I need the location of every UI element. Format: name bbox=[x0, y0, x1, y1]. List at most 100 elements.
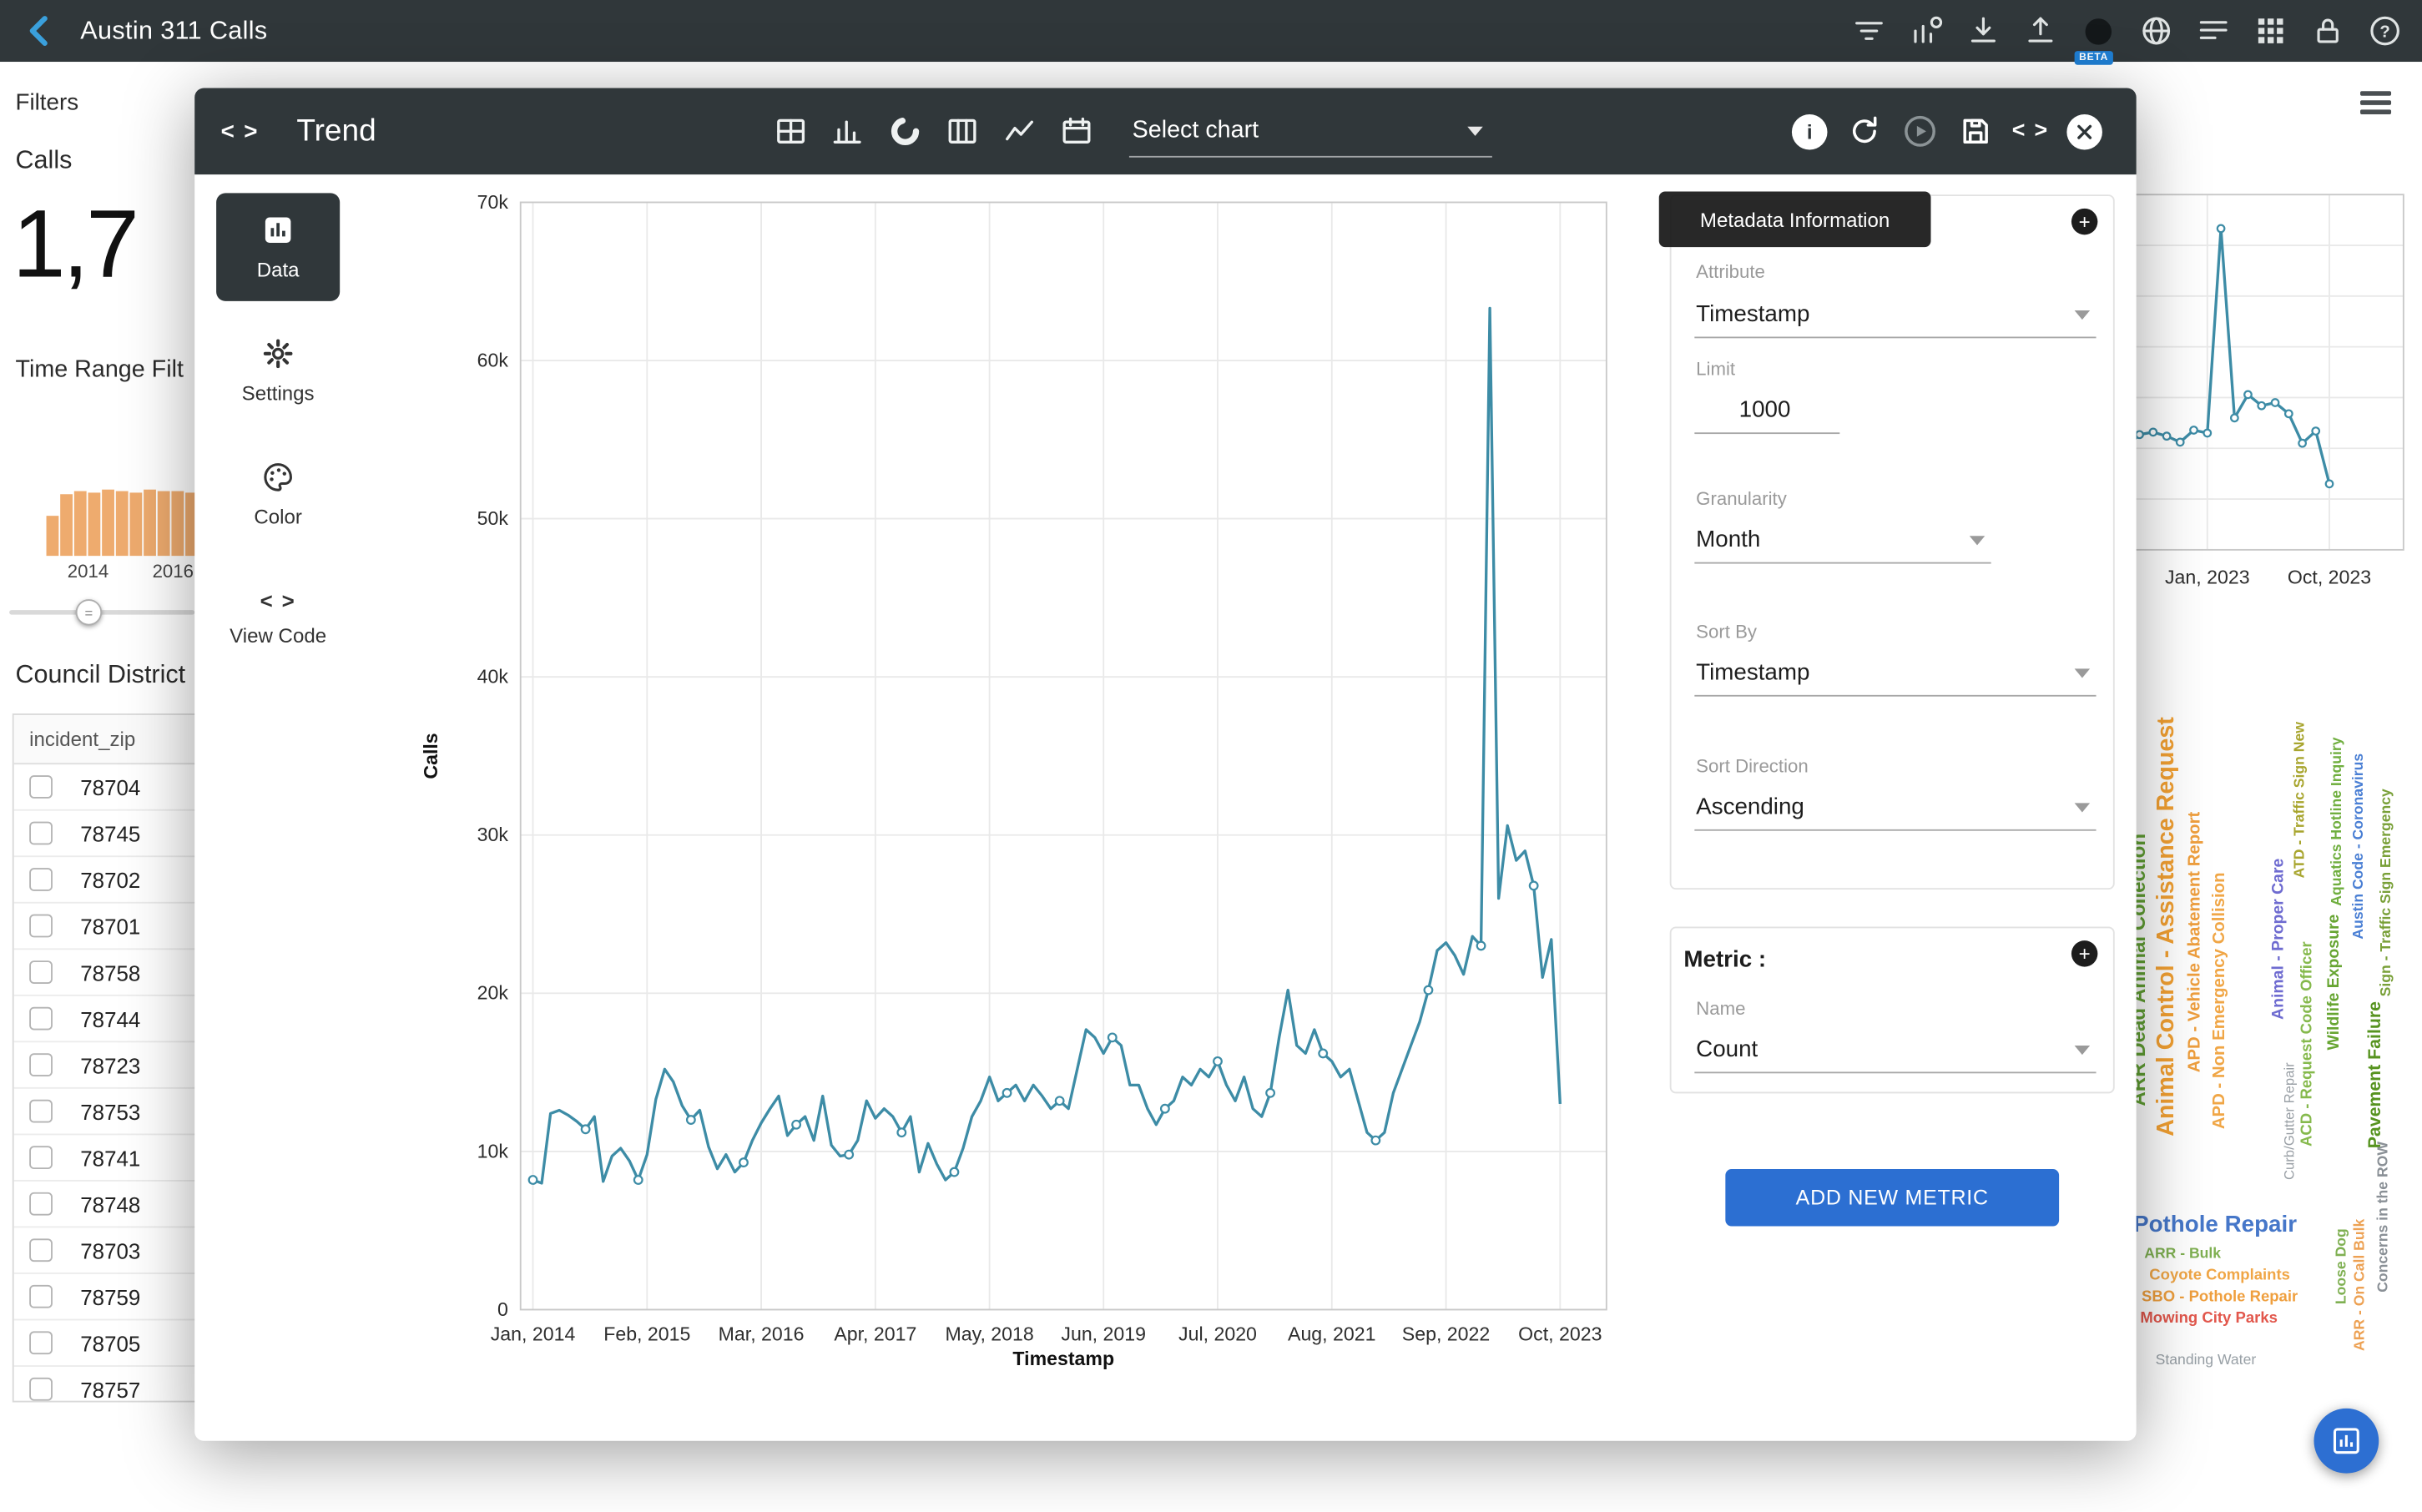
histogram-bar bbox=[88, 492, 100, 556]
info-icon[interactable]: i bbox=[1792, 113, 1828, 149]
wordcloud-term[interactable]: SBO - Pothole Repair bbox=[2142, 1288, 2298, 1305]
sidebar-item-color[interactable]: Color bbox=[216, 440, 340, 548]
wordcloud-term[interactable]: Animal - Proper Care bbox=[2269, 859, 2288, 1020]
chart-type-icon-group bbox=[772, 88, 1095, 174]
sidebar-item-view-code[interactable]: < > View Code bbox=[216, 564, 340, 673]
row-checkbox[interactable] bbox=[29, 775, 53, 799]
wordcloud-term[interactable]: Curb/Gutter Repair bbox=[2282, 1062, 2298, 1180]
wordcloud-term[interactable]: ARR - On Call Bulk bbox=[2352, 1219, 2369, 1351]
metadata-tooltip: Metadata Information bbox=[1659, 191, 1931, 247]
list-icon[interactable] bbox=[2195, 13, 2232, 49]
grid-icon[interactable] bbox=[2252, 13, 2288, 49]
angle-brackets-icon[interactable]: < > bbox=[221, 88, 260, 174]
view-code-icon[interactable]: < > bbox=[2011, 112, 2050, 150]
wordcloud-term[interactable]: APD - Vehicle Abatement Report bbox=[2186, 812, 2204, 1073]
row-checkbox[interactable] bbox=[29, 1378, 53, 1401]
help-icon[interactable]: ? bbox=[2366, 13, 2403, 49]
wordcloud-term[interactable]: Animal Control - Assistance Request bbox=[2153, 717, 2181, 1137]
add-chart-fab[interactable] bbox=[2314, 1409, 2379, 1474]
row-checkbox[interactable] bbox=[29, 822, 53, 845]
time-range-filter-title: Time Range Filt bbox=[16, 357, 195, 385]
time-range-histogram[interactable] bbox=[47, 463, 214, 556]
globe-icon[interactable] bbox=[2138, 13, 2175, 49]
trend-chart[interactable]: 010k20k30k40k50k60k70kJan, 2014Feb, 2015… bbox=[378, 182, 1660, 1425]
row-checkbox[interactable] bbox=[29, 868, 53, 891]
add-metric-icon[interactable]: + bbox=[2071, 940, 2097, 966]
metric-name-select[interactable]: Count bbox=[1694, 1027, 2096, 1074]
wordcloud-term[interactable]: ACD - Request Code Officer bbox=[2299, 941, 2316, 1147]
refresh-icon[interactable] bbox=[1844, 112, 1883, 150]
wordcloud-term[interactable]: ARR - Bulk bbox=[2144, 1246, 2221, 1263]
add-attribute-icon[interactable]: + bbox=[2071, 209, 2097, 234]
zip-cell: 78704 bbox=[80, 774, 140, 799]
select-chart-dropdown[interactable]: Select chart bbox=[1129, 105, 1492, 158]
close-icon[interactable] bbox=[2066, 113, 2102, 149]
wordcloud-term[interactable]: ATD - Traffic Sign New bbox=[2292, 722, 2308, 878]
zip-cell: 78758 bbox=[80, 960, 140, 985]
wordcloud-term[interactable]: Pothole Repair bbox=[2133, 1212, 2297, 1237]
zip-cell: 78702 bbox=[80, 867, 140, 892]
limit-label: Limit bbox=[1696, 358, 1735, 380]
row-checkbox[interactable] bbox=[29, 1285, 53, 1308]
calls-metric-label: Calls bbox=[16, 147, 73, 176]
save-icon[interactable] bbox=[1955, 112, 1994, 150]
row-checkbox[interactable] bbox=[29, 1007, 53, 1031]
row-checkbox[interactable] bbox=[29, 1331, 53, 1354]
row-checkbox[interactable] bbox=[29, 1192, 53, 1216]
upload-icon[interactable] bbox=[2022, 13, 2059, 49]
svg-text:?: ? bbox=[2379, 23, 2389, 41]
wordcloud-term[interactable]: Wildlife Exposure bbox=[2324, 915, 2343, 1051]
zip-cell: 78705 bbox=[80, 1330, 140, 1355]
row-checkbox[interactable] bbox=[29, 1053, 53, 1076]
wordcloud-term[interactable]: Loose Dog bbox=[2334, 1228, 2350, 1304]
calendar-icon[interactable] bbox=[1058, 113, 1095, 149]
sidebar-item-settings[interactable]: Settings bbox=[216, 316, 340, 425]
histogram-bar bbox=[158, 491, 170, 557]
brand-logo[interactable]: BETA bbox=[2079, 12, 2117, 50]
wordcloud-term[interactable]: Coyote Complaints bbox=[2149, 1268, 2290, 1284]
filter-icon[interactable] bbox=[1850, 13, 1887, 49]
svg-text:Jun, 2019: Jun, 2019 bbox=[1061, 1323, 1146, 1344]
row-checkbox[interactable] bbox=[29, 915, 53, 938]
attribute-label: Attribute bbox=[1696, 261, 1765, 283]
wordcloud-term[interactable]: Pavement Failure bbox=[2366, 1001, 2384, 1148]
column-table-icon[interactable] bbox=[944, 113, 981, 149]
top-bar: Austin 311 Calls BETA ? bbox=[0, 0, 2422, 62]
sort-direction-select[interactable]: Ascending bbox=[1694, 784, 2096, 831]
wordcloud-term[interactable]: Sign - Traffic Sign Emergency bbox=[2378, 789, 2394, 996]
chart-settings-icon[interactable] bbox=[1908, 13, 1945, 49]
time-range-slider-handle[interactable]: = bbox=[76, 599, 102, 625]
download-icon[interactable] bbox=[1965, 13, 2001, 49]
bar-chart-icon[interactable] bbox=[830, 113, 866, 149]
zip-cell: 78753 bbox=[80, 1099, 140, 1124]
svg-text:Mar, 2016: Mar, 2016 bbox=[719, 1323, 805, 1344]
wordcloud-term[interactable]: Mowing City Parks bbox=[2140, 1310, 2278, 1327]
row-checkbox[interactable] bbox=[29, 1146, 53, 1169]
wordcloud-term[interactable]: APD - Non Emergency Collision bbox=[2210, 872, 2228, 1129]
row-checkbox[interactable] bbox=[29, 1238, 53, 1262]
row-checkbox[interactable] bbox=[29, 1100, 53, 1123]
zip-cell: 78701 bbox=[80, 914, 140, 939]
wordcloud-term[interactable]: Standing Water bbox=[2156, 1352, 2257, 1368]
line-chart-icon[interactable] bbox=[1001, 113, 1037, 149]
limit-input[interactable]: 1000 bbox=[1694, 388, 1839, 435]
wordcloud-term[interactable]: Concerns in the ROW bbox=[2375, 1142, 2392, 1293]
bar-chart-icon bbox=[261, 213, 295, 247]
back-chevron-icon[interactable] bbox=[22, 13, 58, 49]
menu-icon[interactable] bbox=[2360, 91, 2391, 116]
donut-chart-icon[interactable] bbox=[886, 113, 923, 149]
histogram-bar bbox=[171, 491, 184, 557]
row-checkbox[interactable] bbox=[29, 960, 53, 984]
wordcloud-term[interactable]: Austin Code - Coronavirus bbox=[2350, 753, 2367, 940]
attribute-select[interactable]: Timestamp bbox=[1694, 292, 2096, 339]
add-new-metric-button[interactable]: ADD NEW METRIC bbox=[1725, 1169, 2059, 1226]
table-chart-icon[interactable] bbox=[772, 113, 809, 149]
play-icon[interactable] bbox=[1900, 112, 1938, 150]
lock-icon[interactable] bbox=[2309, 13, 2346, 49]
sort-by-select[interactable]: Timestamp bbox=[1694, 650, 2096, 697]
calls-metric-value: 1,7 bbox=[13, 190, 194, 300]
granularity-select[interactable]: Month bbox=[1694, 517, 1991, 564]
wordcloud-term[interactable]: Aquatics Hotline Inquiry bbox=[2329, 738, 2345, 906]
sidebar-item-data[interactable]: Data bbox=[216, 193, 340, 301]
svg-text:70k: 70k bbox=[477, 191, 509, 213]
